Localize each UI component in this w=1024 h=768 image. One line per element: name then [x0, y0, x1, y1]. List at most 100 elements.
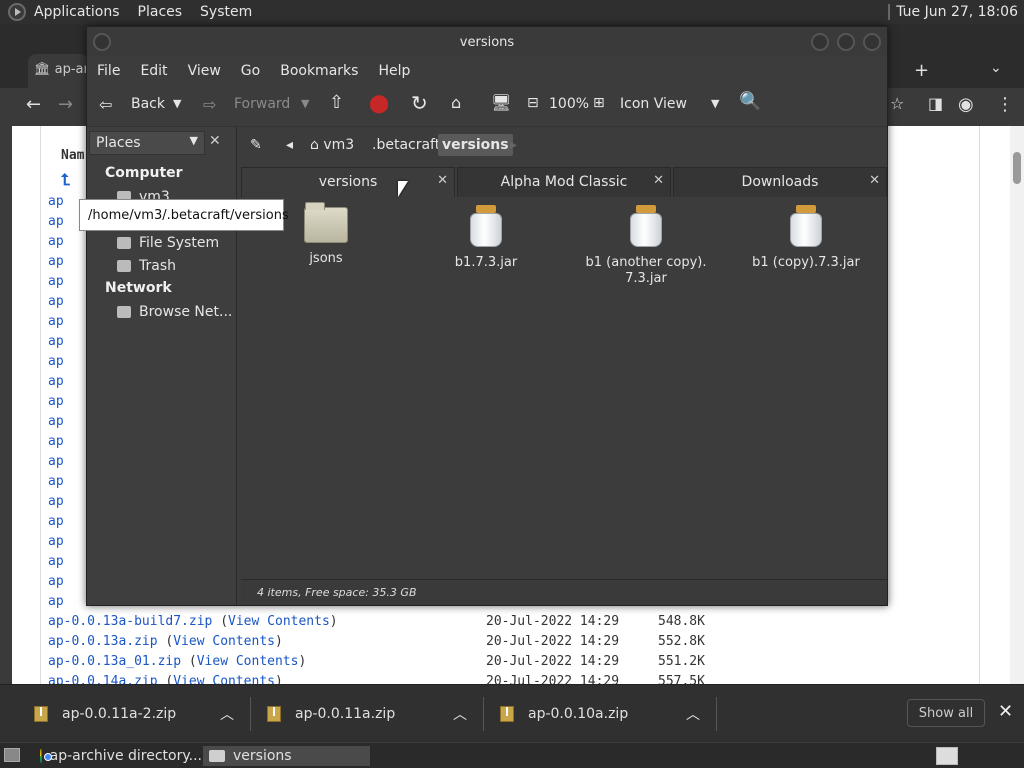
search-icon[interactable]: 🔍	[739, 91, 761, 112]
view-contents-link[interactable]: View Contents	[197, 654, 299, 669]
download-item[interactable]: ap-0.0.10a.zip	[500, 701, 628, 727]
up-arrow-icon[interactable]: ⇧	[329, 92, 344, 113]
list-item[interactable]: ap	[48, 334, 64, 349]
taskbar-item-browser[interactable]: ap-archive directory...	[34, 746, 202, 766]
bookmark-star-icon[interactable]: ☆	[890, 94, 904, 113]
list-item[interactable]: ap	[48, 374, 64, 389]
path-crumb-vm3[interactable]: ⌂ vm3	[306, 134, 358, 156]
sidebar-item-trash[interactable]: Trash	[117, 256, 176, 276]
list-item[interactable]: ap	[48, 394, 64, 409]
clock[interactable]: Tue Jun 27, 18:06	[896, 4, 1018, 20]
file-item-b1-another-copy-jar[interactable]: b1 (another copy).7.3.jar	[571, 205, 721, 287]
sidebar-item-browse-network[interactable]: Browse Net...	[117, 302, 232, 322]
view-mode-dropdown-icon[interactable]: ▼	[711, 97, 719, 110]
file-link[interactable]: ap-0.0.14a.zip	[48, 674, 158, 684]
maximize-icon[interactable]	[837, 33, 855, 51]
path-crumb-versions[interactable]: versions	[438, 134, 513, 156]
forward-button[interactable]: Forward	[234, 96, 290, 112]
file-link[interactable]: ap-0.0.13a.zip	[48, 634, 158, 649]
forward-history-dropdown-icon[interactable]: ▼	[301, 97, 309, 110]
menu-file[interactable]: File	[87, 63, 130, 79]
list-item[interactable]: ap	[48, 434, 64, 449]
minimize-icon[interactable]	[811, 33, 829, 51]
path-left-arrow-icon[interactable]: ◂	[282, 134, 297, 156]
list-item[interactable]: ap	[48, 594, 64, 609]
browser-forward-icon[interactable]: →	[58, 94, 73, 115]
back-history-dropdown-icon[interactable]: ▼	[173, 97, 181, 110]
list-item[interactable]: ap	[48, 294, 64, 309]
taskbar-item-versions[interactable]: versions	[203, 746, 370, 766]
view-mode-select[interactable]: Icon View	[620, 96, 687, 112]
menu-bookmarks[interactable]: Bookmarks	[270, 63, 368, 79]
list-item[interactable]: ap	[48, 254, 64, 269]
list-item[interactable]: ap	[48, 234, 64, 249]
forward-arrow-icon[interactable]: ⇨	[203, 95, 216, 114]
side-panel-icon[interactable]: ◨	[928, 94, 943, 113]
distro-logo-icon[interactable]	[8, 3, 26, 21]
menu-help[interactable]: Help	[368, 63, 420, 79]
menu-edit[interactable]: Edit	[130, 63, 177, 79]
chevron-up-icon[interactable]: ︿	[686, 701, 700, 727]
zoom-out-icon[interactable]: ⊟	[527, 95, 539, 111]
download-item[interactable]: ap-0.0.11a.zip	[267, 701, 395, 727]
reload-icon[interactable]: ↻	[411, 91, 428, 115]
chevron-down-icon[interactable]: ⌄	[990, 60, 1002, 76]
view-contents-link[interactable]: View Contents	[228, 614, 330, 629]
sidebar-item-file-system[interactable]: File System	[117, 233, 219, 253]
close-icon[interactable]: ✕	[998, 701, 1013, 722]
list-item[interactable]: ap	[48, 354, 64, 369]
list-item[interactable]: ap	[48, 194, 64, 209]
home-icon[interactable]: ⌂	[451, 93, 461, 112]
tab-close-icon[interactable]: ✕	[869, 173, 880, 188]
chevron-up-icon[interactable]: ︿	[220, 701, 234, 727]
download-item[interactable]: ap-0.0.11a-2.zip	[34, 701, 176, 727]
kebab-menu-icon[interactable]: ⋮	[996, 94, 1014, 115]
view-contents-link[interactable]: View Contents	[173, 634, 275, 649]
window-close-icon[interactable]	[863, 33, 881, 51]
show-desktop-icon[interactable]	[4, 748, 20, 762]
list-item[interactable]: ap	[48, 574, 64, 589]
icon-view[interactable]: jsons b1.7.3.jar b1 (another copy).7.3.j…	[241, 197, 887, 579]
chevron-up-icon[interactable]: ︿	[453, 701, 467, 727]
parent-directory-icon[interactable]: ⮤	[61, 170, 70, 190]
back-button[interactable]: Back	[131, 96, 165, 112]
menu-go[interactable]: Go	[231, 63, 270, 79]
tab-close-icon[interactable]: ✕	[653, 173, 664, 188]
list-item[interactable]: ap	[48, 214, 64, 229]
show-all-button[interactable]: Show all	[907, 699, 985, 727]
sidebar-close-icon[interactable]: ✕	[209, 133, 221, 149]
list-item[interactable]: ap	[48, 494, 64, 509]
new-tab-icon[interactable]: +	[914, 60, 929, 81]
file-link[interactable]: ap-0.0.13a-build7.zip	[48, 614, 212, 629]
browser-scrollbar[interactable]	[1010, 126, 1024, 684]
file-link[interactable]: ap-0.0.13a_01.zip	[48, 654, 181, 669]
back-arrow-icon[interactable]: ⇦	[99, 95, 112, 114]
zoom-in-icon[interactable]: ⊞	[593, 95, 605, 111]
list-item[interactable]: ap	[48, 514, 64, 529]
path-right-arrow-icon[interactable]: ▸	[506, 134, 521, 156]
scrollbar-thumb[interactable]	[1013, 152, 1021, 184]
browser-tab[interactable]: 🏛 ap-ar	[28, 54, 88, 88]
window-menu-icon[interactable]	[93, 33, 111, 51]
file-item-b1-7-3-jar[interactable]: b1.7.3.jar	[411, 205, 561, 271]
list-item[interactable]: ap	[48, 554, 64, 569]
profile-avatar-icon[interactable]: ◉	[958, 94, 974, 115]
file-item-b1-copy-jar[interactable]: b1 (copy).7.3.jar	[731, 205, 881, 271]
list-item[interactable]: ap	[48, 414, 64, 429]
view-contents-link[interactable]: View Contents	[173, 674, 275, 684]
tab-downloads[interactable]: Downloads ✕	[673, 167, 887, 197]
menu-view[interactable]: View	[178, 63, 231, 79]
sidebar-selector[interactable]: Places ▼	[89, 131, 205, 155]
menu-applications[interactable]: Applications	[34, 4, 120, 20]
workspace-switcher[interactable]	[936, 747, 958, 765]
computer-icon[interactable]: 🖥	[491, 93, 511, 112]
path-crumb-betacraft[interactable]: .betacraft	[368, 134, 444, 156]
tab-versions[interactable]: versions ✕	[241, 167, 455, 197]
browser-back-icon[interactable]: ←	[26, 94, 41, 115]
window-titlebar[interactable]: versions	[87, 27, 887, 57]
tab-alpha-mod-classic[interactable]: Alpha Mod Classic ✕	[457, 167, 671, 197]
list-item[interactable]: ap	[48, 274, 64, 289]
menu-places[interactable]: Places	[138, 4, 183, 20]
list-item[interactable]: ap	[48, 534, 64, 549]
zoom-level[interactable]: 100%	[549, 96, 589, 112]
